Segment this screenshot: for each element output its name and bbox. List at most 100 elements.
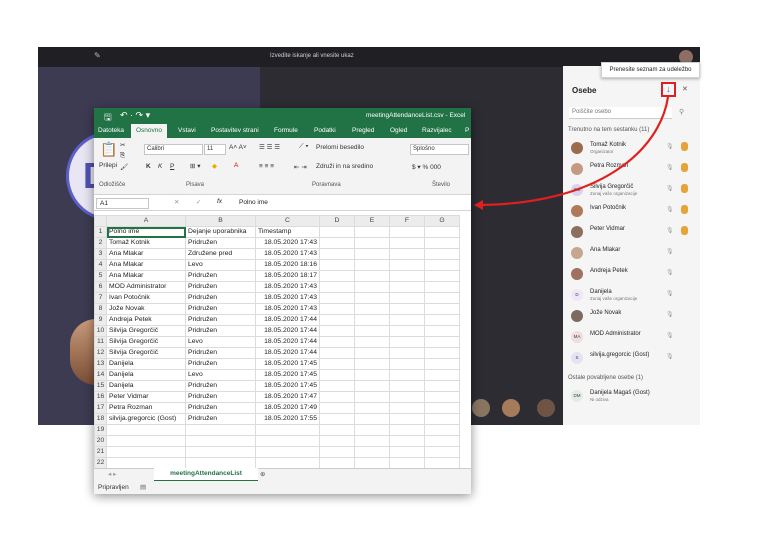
cell[interactable]: [185, 446, 256, 458]
cell[interactable]: [354, 259, 390, 271]
cell[interactable]: [389, 303, 425, 315]
cell[interactable]: Pridružen: [185, 402, 256, 414]
participant-item[interactable]: SG Silvija Gregorčič Zunaj vaše organizaci…: [571, 184, 696, 202]
paste-icon[interactable]: 📋: [100, 141, 117, 158]
close-icon[interactable]: ✕: [682, 85, 688, 93]
cell[interactable]: [354, 446, 390, 458]
cell[interactable]: [389, 435, 425, 447]
cell[interactable]: Pridružen: [185, 358, 256, 370]
cell[interactable]: [389, 325, 425, 337]
cell[interactable]: [424, 281, 460, 293]
cell[interactable]: [319, 281, 355, 293]
row-header[interactable]: 6: [94, 281, 107, 293]
tab-page-layout[interactable]: Postavitev strani: [211, 127, 259, 134]
number-format-select[interactable]: Splošno: [410, 144, 469, 155]
cell[interactable]: [319, 380, 355, 392]
cell[interactable]: Andreja Petek: [106, 314, 186, 326]
cell[interactable]: [354, 413, 390, 425]
cell[interactable]: [424, 303, 460, 315]
participant-thumbnail[interactable]: [537, 399, 555, 417]
cell[interactable]: [319, 358, 355, 370]
cell[interactable]: 18.05.2020 18:16: [255, 259, 320, 271]
cell[interactable]: [319, 457, 355, 469]
indent-icon[interactable]: ⇤ ⇥: [294, 163, 307, 171]
cell[interactable]: [424, 380, 460, 392]
row-header[interactable]: 5: [94, 270, 107, 282]
cell[interactable]: [424, 325, 460, 337]
row-header[interactable]: 16: [94, 391, 107, 403]
cell[interactable]: [389, 347, 425, 359]
cell[interactable]: [185, 457, 256, 469]
cell[interactable]: [389, 424, 425, 436]
cell[interactable]: [424, 435, 460, 447]
cell[interactable]: Silvija Gregorčič: [106, 336, 186, 348]
tab-insert[interactable]: Vstavi: [178, 127, 196, 134]
cell[interactable]: [354, 314, 390, 326]
cell[interactable]: [424, 259, 460, 271]
participant-item[interactable]: MA MOD Administrator 🎙: [571, 331, 696, 349]
cell[interactable]: [354, 369, 390, 381]
function-icon[interactable]: fx: [217, 198, 222, 205]
cell[interactable]: [185, 435, 256, 447]
section-in-meeting[interactable]: Trenutno na tem sestanku (11): [568, 127, 649, 133]
cell[interactable]: [389, 281, 425, 293]
cell[interactable]: [389, 413, 425, 425]
participant-item[interactable]: Petra Rozman 🎙: [571, 163, 696, 181]
cancel-icon[interactable]: ✕: [174, 198, 179, 206]
column-header[interactable]: F: [389, 215, 425, 227]
cell[interactable]: 18.05.2020 17:44: [255, 314, 320, 326]
cell[interactable]: [424, 314, 460, 326]
cell[interactable]: [424, 369, 460, 381]
cell[interactable]: 18.05.2020 17:45: [255, 380, 320, 392]
cell[interactable]: [424, 391, 460, 403]
cell[interactable]: [424, 336, 460, 348]
row-header[interactable]: 10: [94, 325, 107, 337]
cell[interactable]: [389, 380, 425, 392]
percent-icon[interactable]: $ ▾ % 000: [412, 163, 441, 171]
cell[interactable]: Pridružen: [185, 281, 256, 293]
cell[interactable]: 18.05.2020 17:44: [255, 325, 320, 337]
cell[interactable]: Danijela: [106, 358, 186, 370]
cell[interactable]: [389, 314, 425, 326]
participant-item[interactable]: Ivan Potočnik 🎙: [571, 205, 696, 223]
cell[interactable]: Danijela: [106, 380, 186, 392]
cell[interactable]: [354, 237, 390, 249]
paste-button[interactable]: Prilepi: [99, 162, 117, 169]
cell[interactable]: [319, 413, 355, 425]
cell[interactable]: [354, 358, 390, 370]
borders-icon[interactable]: ⊞ ▾: [190, 162, 201, 170]
font-size-select[interactable]: 11: [204, 144, 226, 155]
cell[interactable]: [354, 380, 390, 392]
cell[interactable]: 18.05.2020 17:43: [255, 237, 320, 249]
cell[interactable]: Ana Mlakar: [106, 259, 186, 271]
cell[interactable]: Silvija Gregorčič: [106, 347, 186, 359]
cell[interactable]: MOD Administrator: [106, 281, 186, 293]
undo-icon[interactable]: ↶ · ↷ ▾: [120, 110, 150, 121]
participant-thumbnail[interactable]: [472, 399, 490, 417]
row-header[interactable]: 1: [94, 226, 107, 238]
align-top-icon[interactable]: ☰ ☰ ☰: [259, 143, 280, 151]
cell[interactable]: [354, 424, 390, 436]
cell[interactable]: 18.05.2020 17:45: [255, 358, 320, 370]
cell[interactable]: [354, 303, 390, 315]
cell[interactable]: [106, 435, 186, 447]
cell[interactable]: [319, 391, 355, 403]
cell[interactable]: [424, 292, 460, 304]
cell[interactable]: [185, 424, 256, 436]
cell[interactable]: [319, 303, 355, 315]
cell[interactable]: [354, 270, 390, 282]
cell[interactable]: [255, 424, 320, 436]
cell[interactable]: [319, 237, 355, 249]
cell[interactable]: [389, 402, 425, 414]
cell[interactable]: [389, 259, 425, 271]
fill-color-icon[interactable]: ◆: [212, 162, 217, 170]
tab-review[interactable]: Pregled: [352, 127, 374, 134]
font-grow-icon[interactable]: A˄ A˅: [229, 144, 247, 151]
cell[interactable]: Timestamp: [255, 226, 320, 238]
cell[interactable]: silvija.gregorcic (Gost): [106, 413, 186, 425]
participant-item[interactable]: Andreja Petek 🎙: [571, 268, 696, 286]
row-header[interactable]: 14: [94, 369, 107, 381]
cell[interactable]: [255, 457, 320, 469]
wrap-text-button[interactable]: Prelomi besedilo: [316, 144, 364, 151]
cell[interactable]: 18.05.2020 18:17: [255, 270, 320, 282]
